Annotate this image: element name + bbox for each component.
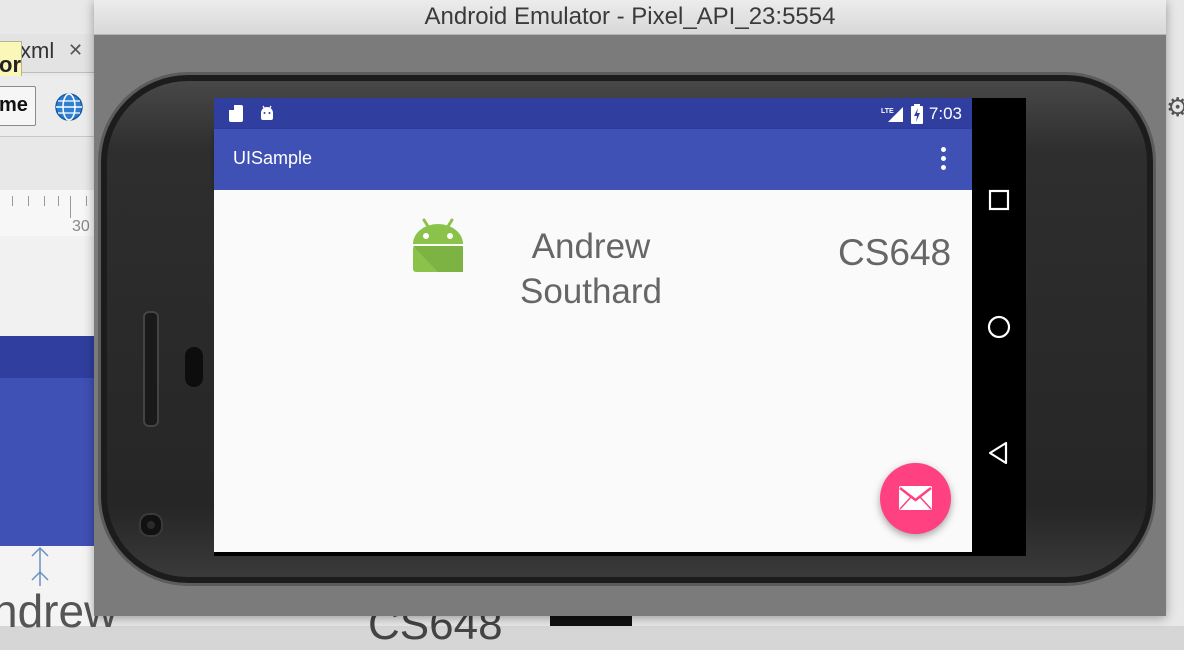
status-time: 7:03 [928, 103, 962, 123]
editor-tab-label: xml [20, 38, 55, 63]
recents-icon[interactable] [984, 185, 1014, 215]
sd-card-icon [229, 105, 243, 122]
tooltip-text: or [0, 52, 21, 77]
front-camera [139, 513, 163, 537]
theme-button[interactable]: me [0, 86, 36, 126]
android-debug-icon [261, 105, 273, 120]
home-icon[interactable] [984, 312, 1014, 342]
status-right: LTE 7:03 [881, 98, 962, 129]
email-icon [899, 486, 932, 510]
android-icon [413, 218, 463, 272]
email-fab-button[interactable] [880, 463, 951, 534]
theme-button-label: me [0, 94, 28, 116]
gear-icon[interactable]: ⚙ [1166, 92, 1184, 123]
name-text: Andrew Southard [496, 224, 686, 314]
window-titlebar[interactable]: Android Emulator - Pixel_API_23:5554 [94, 0, 1166, 35]
ruler-label: 30 [72, 218, 90, 235]
globe-icon[interactable] [54, 92, 84, 122]
window-title: Android Emulator - Pixel_API_23:5554 [424, 3, 836, 30]
design-canvas [0, 236, 94, 337]
more-vert-icon[interactable] [938, 147, 948, 173]
back-icon[interactable] [984, 438, 1014, 468]
design-toolbar: me [0, 76, 94, 137]
svg-text:LTE: LTE [881, 108, 894, 115]
layout-preview-appbar [0, 336, 94, 546]
device-screen[interactable]: LTE 7:03 UISample Andrew Southard CS648 [214, 98, 1026, 556]
lte-signal-icon: LTE [881, 106, 903, 122]
navigation-bar [972, 98, 1026, 556]
proximity-sensor [185, 347, 203, 387]
close-icon[interactable]: ✕ [68, 40, 83, 61]
ruler: 30 [0, 190, 94, 237]
app-toolbar: UISample [214, 129, 972, 190]
app-title: UISample [233, 148, 313, 168]
course-text: CS648 [838, 232, 952, 273]
speaker-grille [143, 311, 159, 427]
constraint-arrow-icon [31, 546, 49, 586]
name-line-1: Andrew [531, 227, 651, 266]
emulator-window: Android Emulator - Pixel_API_23:5554 LTE… [94, 0, 1166, 616]
main-content: Andrew Southard CS648 [214, 190, 972, 552]
name-line-2: Southard [519, 272, 663, 311]
status-bar: LTE 7:03 [214, 98, 972, 129]
emulator-body: LTE 7:03 UISample Andrew Southard CS648 [94, 35, 1166, 616]
battery-charging-icon [910, 103, 923, 124]
